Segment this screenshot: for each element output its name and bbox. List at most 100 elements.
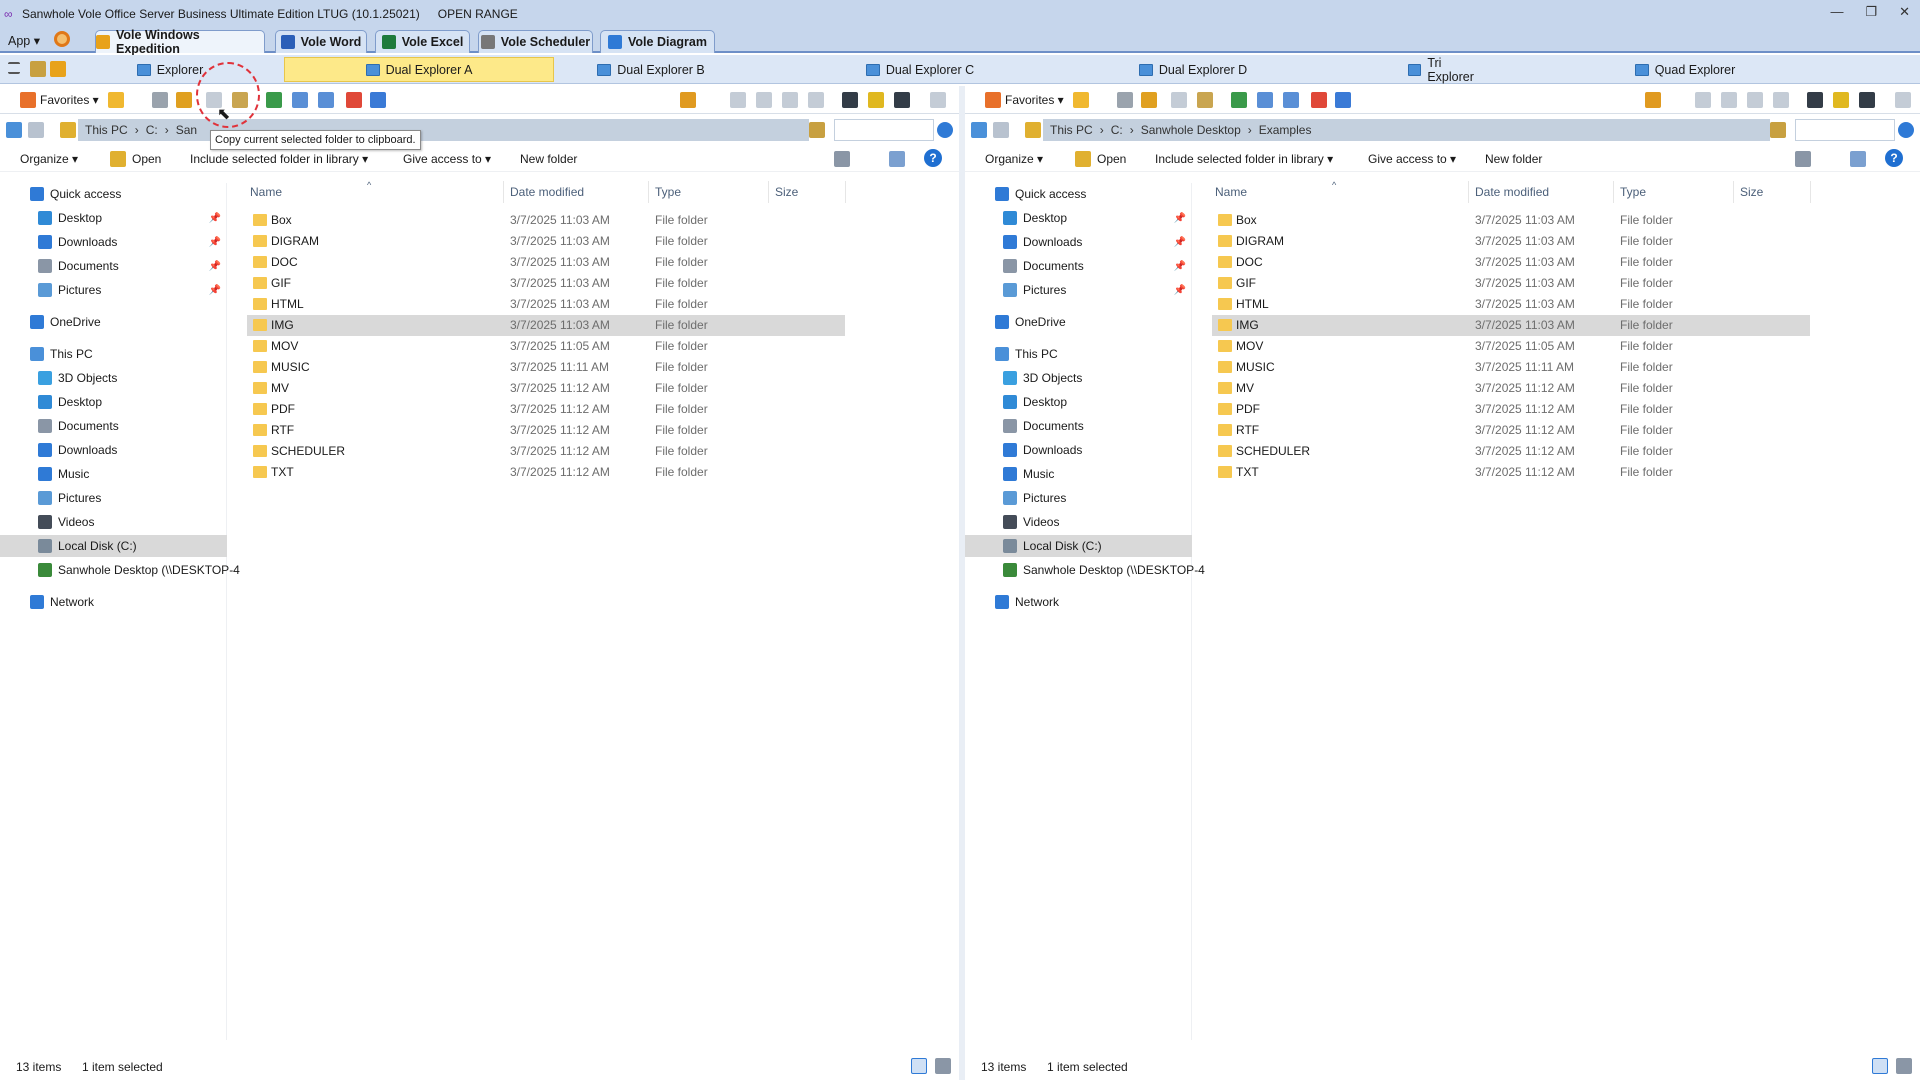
favorites-menu[interactable]: Favorites ▾ — [1005, 93, 1064, 107]
column-header-name[interactable]: Name — [250, 181, 282, 203]
preview-pane-icon[interactable] — [1850, 151, 1866, 167]
nav-item[interactable]: Music — [965, 463, 1192, 485]
breadcrumb-item[interactable]: C: — [1104, 123, 1130, 137]
column-divider[interactable] — [845, 181, 846, 203]
nav-item[interactable]: This PC — [965, 343, 1192, 365]
nav-item[interactable]: Desktop 📌 — [965, 207, 1192, 229]
file-row[interactable]: PDF 3/7/2025 11:12 AM File folder — [247, 399, 845, 420]
file-row[interactable]: PDF 3/7/2025 11:12 AM File folder — [1212, 399, 1810, 420]
give-access-menu[interactable]: Give access to ▾ — [1368, 152, 1456, 166]
nav-item[interactable]: This PC — [0, 343, 227, 365]
windows-icon[interactable] — [1311, 92, 1327, 108]
layout-3-icon[interactable] — [782, 92, 798, 108]
column-divider[interactable] — [648, 181, 649, 203]
file-row[interactable]: IMG 3/7/2025 11:03 AM File folder — [247, 315, 845, 336]
nav-item[interactable]: Pictures 📌 — [0, 279, 227, 301]
app-tab-vole-excel[interactable]: Vole Excel — [375, 30, 470, 53]
nav-item[interactable]: Desktop 📌 — [0, 207, 227, 229]
nav-item[interactable]: Quick access — [965, 183, 1192, 205]
column-divider[interactable] — [768, 181, 769, 203]
column-header-size[interactable]: Size — [1740, 181, 1763, 203]
search-options-icon[interactable] — [1770, 122, 1786, 138]
nav-item[interactable]: Pictures 📌 — [965, 279, 1192, 301]
preview-pane-icon[interactable] — [889, 151, 905, 167]
breadcrumb-item[interactable]: C: — [139, 123, 165, 137]
layout-3-icon[interactable] — [1747, 92, 1763, 108]
search-input[interactable] — [1795, 119, 1895, 141]
search-input[interactable] — [834, 119, 934, 141]
minimize-button[interactable]: — — [1830, 4, 1843, 20]
app-tab-vole-word[interactable]: Vole Word — [275, 30, 367, 53]
new-item-icon[interactable] — [680, 92, 696, 108]
column-divider[interactable] — [1733, 181, 1734, 203]
file-row[interactable]: RTF 3/7/2025 11:12 AM File folder — [1212, 420, 1810, 441]
mode-tab-quad-explorer[interactable]: Quad Explorer — [1630, 57, 1740, 82]
organize-menu[interactable]: Organize ▾ — [20, 152, 78, 166]
nav-item[interactable]: Downloads 📌 — [0, 231, 227, 253]
column-header-type[interactable]: Type — [1620, 181, 1646, 203]
search-options-icon[interactable] — [809, 122, 825, 138]
file-row[interactable]: MUSIC 3/7/2025 11:11 AM File folder — [1212, 357, 1810, 378]
mode-tab-dual-explorer-c[interactable]: Dual Explorer C — [860, 57, 980, 82]
file-row[interactable]: SCHEDULER 3/7/2025 11:12 AM File folder — [1212, 441, 1810, 462]
tools-icon[interactable] — [30, 61, 46, 77]
help-icon[interactable]: ? — [1885, 149, 1903, 167]
app-tab-vole-diagram[interactable]: Vole Diagram — [600, 30, 715, 53]
add-favorite-star-icon[interactable] — [108, 92, 124, 108]
file-row[interactable]: TXT 3/7/2025 11:12 AM File folder — [1212, 462, 1810, 483]
refresh-icon[interactable] — [266, 92, 282, 108]
new-item-icon[interactable] — [1645, 92, 1661, 108]
refresh-icon[interactable] — [1231, 92, 1247, 108]
give-access-menu[interactable]: Give access to ▾ — [403, 152, 491, 166]
people-icon[interactable] — [50, 61, 66, 77]
mode-tab-dual-explorer-b[interactable]: Dual Explorer B — [591, 57, 711, 82]
layout-1-icon[interactable] — [1695, 92, 1711, 108]
forward-circle-icon[interactable] — [292, 92, 308, 108]
layout-1-icon[interactable] — [730, 92, 746, 108]
nav-item[interactable]: Documents — [0, 415, 227, 437]
nav-item[interactable]: OneDrive — [965, 311, 1192, 333]
stop-circle-icon[interactable] — [1283, 92, 1299, 108]
details-view-icon[interactable] — [1872, 1058, 1888, 1074]
view-options-icon[interactable] — [1795, 151, 1811, 167]
close-button[interactable]: ✕ — [1899, 4, 1910, 20]
app-tab-vole-windows-expedition[interactable]: Vole Windows Expedition — [95, 28, 265, 56]
open-button[interactable]: Open — [132, 152, 161, 166]
details-view-icon[interactable] — [911, 1058, 927, 1074]
nav-item[interactable]: 3D Objects — [0, 367, 227, 389]
nav-item[interactable]: Network — [0, 591, 227, 613]
nav-item[interactable]: 3D Objects — [965, 367, 1192, 389]
mode-tab-dual-explorer-d[interactable]: Dual Explorer D — [1133, 57, 1253, 82]
nav-item[interactable]: Pictures — [0, 487, 227, 509]
breadcrumb-item[interactable]: Examples — [1252, 123, 1319, 137]
file-row[interactable]: GIF 3/7/2025 11:03 AM File folder — [247, 273, 845, 294]
menu-icon[interactable] — [8, 62, 20, 74]
layout-6-icon[interactable] — [868, 92, 884, 108]
back-arrow-icon[interactable] — [6, 122, 22, 138]
nav-item[interactable]: Sanwhole Desktop (\\DESKTOP-4 — [0, 559, 240, 581]
column-divider[interactable] — [1810, 181, 1811, 203]
lock-icon[interactable] — [152, 92, 168, 108]
nav-item[interactable]: Documents 📌 — [965, 255, 1192, 277]
open-button[interactable]: Open — [1097, 152, 1126, 166]
settings-gear-icon[interactable] — [54, 31, 70, 47]
nav-item[interactable]: Documents — [965, 415, 1192, 437]
view-options-icon[interactable] — [834, 151, 850, 167]
folder-up-icon[interactable] — [1025, 122, 1041, 138]
windows-icon[interactable] — [346, 92, 362, 108]
nav-item[interactable]: Local Disk (C:) — [0, 535, 227, 557]
layout-5-icon[interactable] — [842, 92, 858, 108]
paste-icon[interactable] — [1197, 92, 1213, 108]
nav-item[interactable]: Documents 📌 — [0, 255, 227, 277]
column-header-type[interactable]: Type — [655, 181, 681, 203]
app-menu[interactable]: App ▾ — [8, 33, 40, 48]
layout-4-icon[interactable] — [1773, 92, 1789, 108]
copy-path-icon[interactable] — [1171, 92, 1187, 108]
layout-2-icon[interactable] — [1721, 92, 1737, 108]
add-favorite-star-icon[interactable] — [1073, 92, 1089, 108]
brush-icon[interactable] — [176, 92, 192, 108]
include-in-library-menu[interactable]: Include selected folder in library ▾ — [1155, 152, 1333, 166]
column-header-name[interactable]: Name — [1215, 181, 1247, 203]
column-header-date-modified[interactable]: Date modified — [510, 181, 584, 203]
file-row[interactable]: Box 3/7/2025 11:03 AM File folder — [247, 210, 845, 231]
